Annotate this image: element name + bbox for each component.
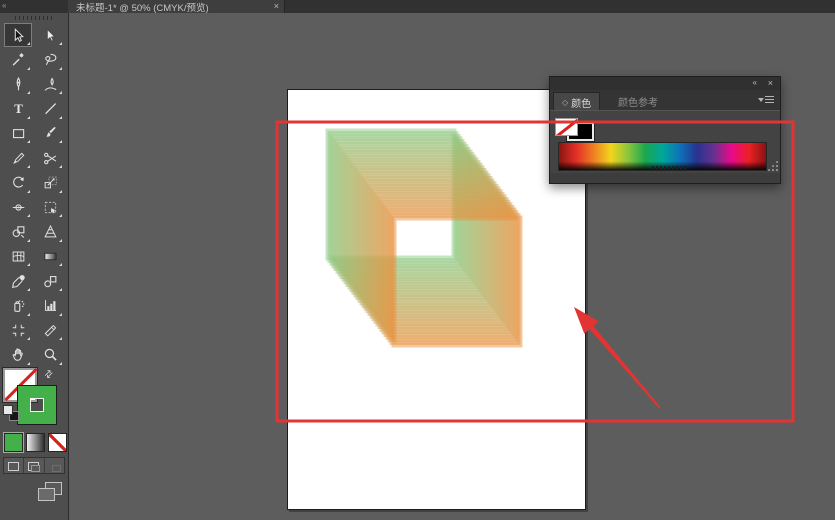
document-tab-bar: « 未标题-1* @ 50% (CMYK/预览) × [0,0,835,13]
drawing-modes-bar [3,457,65,474]
color-button[interactable] [4,433,23,452]
direct-selection-tool[interactable] [36,23,64,47]
column-graph-tool[interactable] [36,294,64,318]
annotation-arrow [574,307,661,409]
line-segment-tool[interactable] [36,97,64,121]
tab-close-icon[interactable]: × [274,0,279,13]
tools-panel: T ⇄ [0,13,69,520]
mesh-tool-icon [11,249,26,264]
selection-tool[interactable] [4,23,32,47]
free-transform-tool[interactable] [36,195,64,219]
width-tool-icon [11,200,26,215]
screen-mode-button[interactable] [36,480,62,502]
draw-normal-button[interactable] [4,458,24,473]
tab-color-guide-label: 颜色参考 [618,94,658,109]
panel-resize-corner[interactable] [767,160,778,171]
panel-resize-grip[interactable] [652,166,688,171]
default-fill-stroke-icon[interactable] [3,405,19,421]
eyedropper-tool-icon [11,274,26,289]
pencil-tool[interactable] [4,146,32,170]
pencil-tool-icon [11,151,26,166]
free-transform-tool-icon [43,200,58,215]
eyedropper-tool[interactable] [4,269,32,293]
shape-builder-tool-icon [11,224,26,239]
line-segment-tool-icon [43,101,58,116]
gradient-tool-icon [43,249,58,264]
screen-mode-icon [38,488,55,501]
document-tab[interactable]: 未标题-1* @ 50% (CMYK/预览) × [68,0,285,13]
slice-tool[interactable] [36,318,64,342]
document-tab-title: 未标题-1* @ 50% (CMYK/预览) [68,0,209,14]
lasso-tool[interactable] [36,48,64,72]
stroke-color-swatch[interactable] [18,386,56,424]
panel-menu-icon[interactable] [758,95,774,105]
symbol-sprayer-tool-icon [11,298,26,313]
close-panel-icon[interactable]: × [768,77,773,90]
gradient-tool[interactable] [36,244,64,268]
tab-color-guide[interactable]: 颜色参考 [610,92,666,110]
rotate-tool[interactable] [4,171,32,195]
color-panel: « × ◇ 颜色 颜色参考 [549,76,781,184]
hand-tool-icon [11,347,26,362]
blend-tool-icon [43,274,58,289]
pen-tool-icon [11,77,26,92]
zoom-tool-icon [43,347,58,362]
curvature-tool-icon [43,77,58,92]
perspective-grid-tool-icon [43,224,58,239]
column-graph-tool-icon [43,298,58,313]
illustrator-window: « 未标题-1* @ 50% (CMYK/预览) × T ⇄ [0,0,835,520]
magic-wand-tool[interactable] [4,48,32,72]
selection-tool-icon [11,28,26,43]
panel-cycle-icon[interactable]: ◇ [562,98,568,107]
color-panel-content [550,110,780,173]
blend-tool[interactable] [36,269,64,293]
zoom-tool[interactable] [36,343,64,367]
symbol-sprayer-tool[interactable] [4,294,32,318]
perspective-grid-tool[interactable] [36,220,64,244]
rectangle-tool-icon [11,126,26,141]
paintbrush-tool[interactable] [36,121,64,145]
panel-fill-swatch[interactable] [555,118,578,136]
scale-tool[interactable] [36,171,64,195]
rotate-tool-icon [11,175,26,190]
slice-tool-icon [43,323,58,338]
mesh-tool[interactable] [4,244,32,268]
color-panel-tabs: ◇ 颜色 颜色参考 [550,90,780,110]
none-button[interactable] [48,433,67,452]
type-tool-icon: T [11,101,26,116]
tab-color-label: 颜色 [571,95,591,110]
tools-panel-grip[interactable] [15,16,53,20]
paintbrush-tool-icon [43,126,58,141]
scale-tool-icon [43,175,58,190]
draw-behind-button[interactable] [24,458,44,473]
artboard [287,89,586,510]
artboard-tool-icon [11,323,26,338]
swap-fill-stroke-icon[interactable]: ⇄ [42,368,56,382]
artboard-tool[interactable] [4,318,32,342]
direct-selection-tool-icon [43,28,58,43]
lasso-tool-icon [43,52,58,67]
magic-wand-tool-icon [11,52,26,67]
scissors-tool[interactable] [36,146,64,170]
panel-collapse-icon[interactable]: « [2,1,6,11]
color-panel-header[interactable]: « × [550,77,780,91]
gradient-button[interactable] [26,433,45,452]
pen-tool[interactable] [4,72,32,96]
default-fill-chip [3,405,13,415]
collapse-panel-icon[interactable]: « [753,78,756,87]
scissors-tool-icon [43,151,58,166]
rectangle-tool[interactable] [4,121,32,145]
tab-color[interactable]: ◇ 颜色 [553,92,600,111]
shape-builder-tool[interactable] [4,220,32,244]
curvature-tool[interactable] [36,72,64,96]
type-tool[interactable]: T [4,97,32,121]
hand-tool[interactable] [4,343,32,367]
none-slash-icon [555,118,578,136]
svg-text:T: T [14,102,23,116]
draw-inside-button[interactable] [45,458,64,473]
width-tool[interactable] [4,195,32,219]
